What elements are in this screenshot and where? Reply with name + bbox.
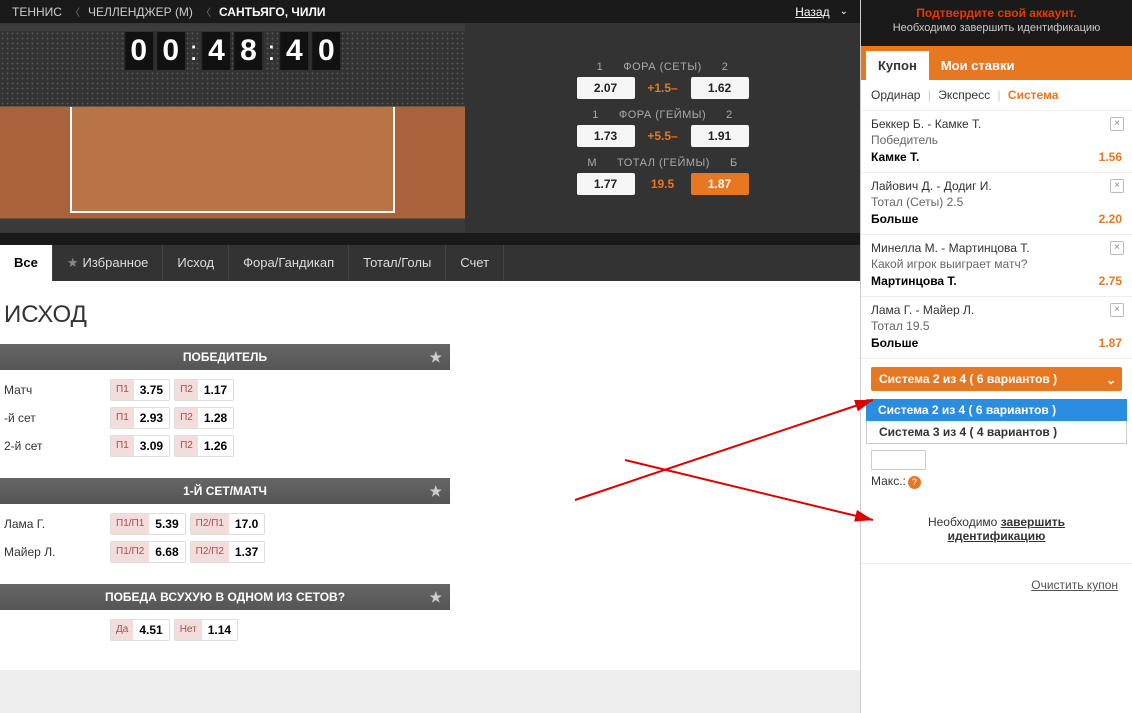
match-timer: 0 0 : 4 8 : 4 0 bbox=[123, 31, 343, 71]
odd-pill[interactable]: П2/П21.37 bbox=[190, 541, 266, 563]
bettype-system[interactable]: Система bbox=[1008, 88, 1059, 102]
chevron-left-icon: 〈 bbox=[201, 4, 211, 19]
bet-item: × Лама Г. - Майер Л. Тотал 19.5 Больше1.… bbox=[861, 297, 1132, 359]
bet-item: × Минелла М. - Мартинцова Т. Какой игрок… bbox=[861, 235, 1132, 297]
odd-button[interactable]: 1.91 bbox=[691, 125, 749, 147]
breadcrumb-current: САНТЬЯГО, ЧИЛИ bbox=[219, 5, 326, 19]
total-value: 19.5 bbox=[637, 177, 689, 191]
market-row: Лама Г. П1/П15.39 П2/П117.0 bbox=[0, 510, 450, 538]
market-tabs: Все ★Избранное Исход Фора/Гандикап Тотал… bbox=[0, 245, 860, 281]
remove-bet-icon[interactable]: × bbox=[1110, 117, 1124, 131]
chevron-down-icon: ⌄ bbox=[1106, 373, 1116, 387]
odd-pill[interactable]: П12.93 bbox=[110, 407, 170, 429]
odd-button[interactable]: 1.73 bbox=[577, 125, 635, 147]
remove-bet-icon[interactable]: × bbox=[1110, 303, 1124, 317]
bet-type-selector: Ординар | Экспресс | Система bbox=[861, 80, 1132, 111]
bet-odds: 1.56 bbox=[1099, 150, 1122, 164]
market-row: Матч П13.75 П21.17 bbox=[0, 376, 450, 404]
odd-pill[interactable]: Да4.51 bbox=[110, 619, 170, 641]
odd-pill[interactable]: П1/П15.39 bbox=[110, 513, 186, 535]
breadcrumb-item[interactable]: ЧЕЛЛЕНДЖЕР (М) bbox=[88, 5, 193, 19]
betslip-panel: Подтвердите свой аккаунт. Необходимо зав… bbox=[860, 0, 1132, 713]
verify-message: Необходимо завершить идентификацию bbox=[861, 495, 1132, 563]
tab-score[interactable]: Счет bbox=[446, 245, 504, 281]
star-icon: ★ bbox=[67, 255, 79, 270]
tab-all[interactable]: Все bbox=[0, 245, 53, 281]
market-row: Майер Л. П1/П26.68 П2/П21.37 bbox=[0, 538, 450, 566]
breadcrumb-item[interactable]: ТЕННИС bbox=[12, 5, 62, 19]
remove-bet-icon[interactable]: × bbox=[1110, 179, 1124, 193]
odd-button-selected[interactable]: 1.87 bbox=[691, 173, 749, 195]
help-icon[interactable]: ? bbox=[908, 476, 921, 489]
verify-account-banner: Подтвердите свой аккаунт. Необходимо зав… bbox=[861, 0, 1132, 46]
bet-odds: 2.20 bbox=[1099, 212, 1122, 226]
market-header-set-match[interactable]: 1-Й СЕТ/МАТЧ★ bbox=[0, 478, 450, 504]
chevron-left-icon: 〈 bbox=[70, 4, 80, 19]
live-odds-panel: 1ФОРА (СЕТЫ)2 2.07+1.5–1.62 1ФОРА (ГЕЙМЫ… bbox=[465, 23, 860, 233]
market-header-clean-set[interactable]: ПОБЕДА ВСУХУЮ В ОДНОМ ИЗ СЕТОВ?★ bbox=[0, 584, 450, 610]
system-select[interactable]: Система 2 из 4 ( 6 вариантов ) ⌄ bbox=[871, 367, 1122, 391]
clear-coupon-link[interactable]: Очистить купон bbox=[861, 563, 1132, 606]
system-option[interactable]: Система 2 из 4 ( 6 вариантов ) bbox=[866, 399, 1127, 421]
bet-item: × Беккер Б. - Камке Т. Победитель Камке … bbox=[861, 111, 1132, 173]
star-icon[interactable]: ★ bbox=[429, 584, 442, 610]
odd-pill[interactable]: П21.28 bbox=[174, 407, 234, 429]
market-row: Да4.51 Нет1.14 bbox=[0, 616, 450, 644]
star-icon[interactable]: ★ bbox=[429, 478, 442, 504]
bettype-single[interactable]: Ординар bbox=[871, 88, 920, 102]
remove-bet-icon[interactable]: × bbox=[1110, 241, 1124, 255]
market-row: 2-й сет П13.09 П21.26 bbox=[0, 432, 450, 460]
odd-pill[interactable]: П2/П117.0 bbox=[190, 513, 266, 535]
odd-pill[interactable]: П21.26 bbox=[174, 435, 234, 457]
stake-input[interactable] bbox=[871, 450, 926, 470]
odd-pill[interactable]: П1/П26.68 bbox=[110, 541, 186, 563]
handicap-value: +1.5– bbox=[637, 81, 689, 95]
breadcrumb: ТЕННИС 〈 ЧЕЛЛЕНДЖЕР (М) 〈 САНТЬЯГО, ЧИЛИ… bbox=[0, 0, 860, 23]
star-icon[interactable]: ★ bbox=[429, 344, 442, 370]
odd-pill[interactable]: П13.09 bbox=[110, 435, 170, 457]
tab-mybets[interactable]: Мои ставки bbox=[929, 51, 1027, 80]
odd-pill[interactable]: П21.17 bbox=[174, 379, 234, 401]
system-option[interactable]: Система 3 из 4 ( 4 вариантов ) bbox=[866, 421, 1127, 444]
market-row: -й сет П12.93 П21.28 bbox=[0, 404, 450, 432]
back-link[interactable]: Назад bbox=[795, 5, 835, 19]
tab-favourites[interactable]: ★Избранное bbox=[53, 245, 164, 281]
handicap-value: +5.5– bbox=[637, 129, 689, 143]
system-dropdown: Система 2 из 4 ( 6 вариантов ) Система 3… bbox=[866, 399, 1127, 444]
tab-outcome[interactable]: Исход bbox=[163, 245, 229, 281]
odd-pill[interactable]: П13.75 bbox=[110, 379, 170, 401]
chevron-down-icon[interactable]: ⌄ bbox=[840, 6, 848, 17]
verify-link[interactable]: завершить bbox=[1001, 515, 1065, 529]
odd-button[interactable]: 1.62 bbox=[691, 77, 749, 99]
odd-button[interactable]: 1.77 bbox=[577, 173, 635, 195]
market-header-winner[interactable]: ПОБЕДИТЕЛЬ★ bbox=[0, 344, 450, 370]
tab-total[interactable]: Тотал/Голы bbox=[349, 245, 446, 281]
bet-odds: 2.75 bbox=[1099, 274, 1122, 288]
tab-coupon[interactable]: Купон bbox=[866, 51, 929, 80]
odd-button[interactable]: 2.07 bbox=[577, 77, 635, 99]
verify-link[interactable]: идентификацию bbox=[948, 529, 1046, 543]
tab-handicap[interactable]: Фора/Гандикап bbox=[229, 245, 349, 281]
bet-odds: 1.87 bbox=[1099, 336, 1122, 350]
bet-item: × Лайович Д. - Додиг И. Тотал (Сеты) 2.5… bbox=[861, 173, 1132, 235]
video-preview[interactable]: 0 0 : 4 8 : 4 0 bbox=[0, 23, 465, 233]
bettype-express[interactable]: Экспресс bbox=[938, 88, 990, 102]
section-heading: ИСХОД bbox=[4, 301, 860, 329]
coupon-tabs: Купон Мои ставки bbox=[861, 46, 1132, 80]
odd-pill[interactable]: Нет1.14 bbox=[174, 619, 238, 641]
